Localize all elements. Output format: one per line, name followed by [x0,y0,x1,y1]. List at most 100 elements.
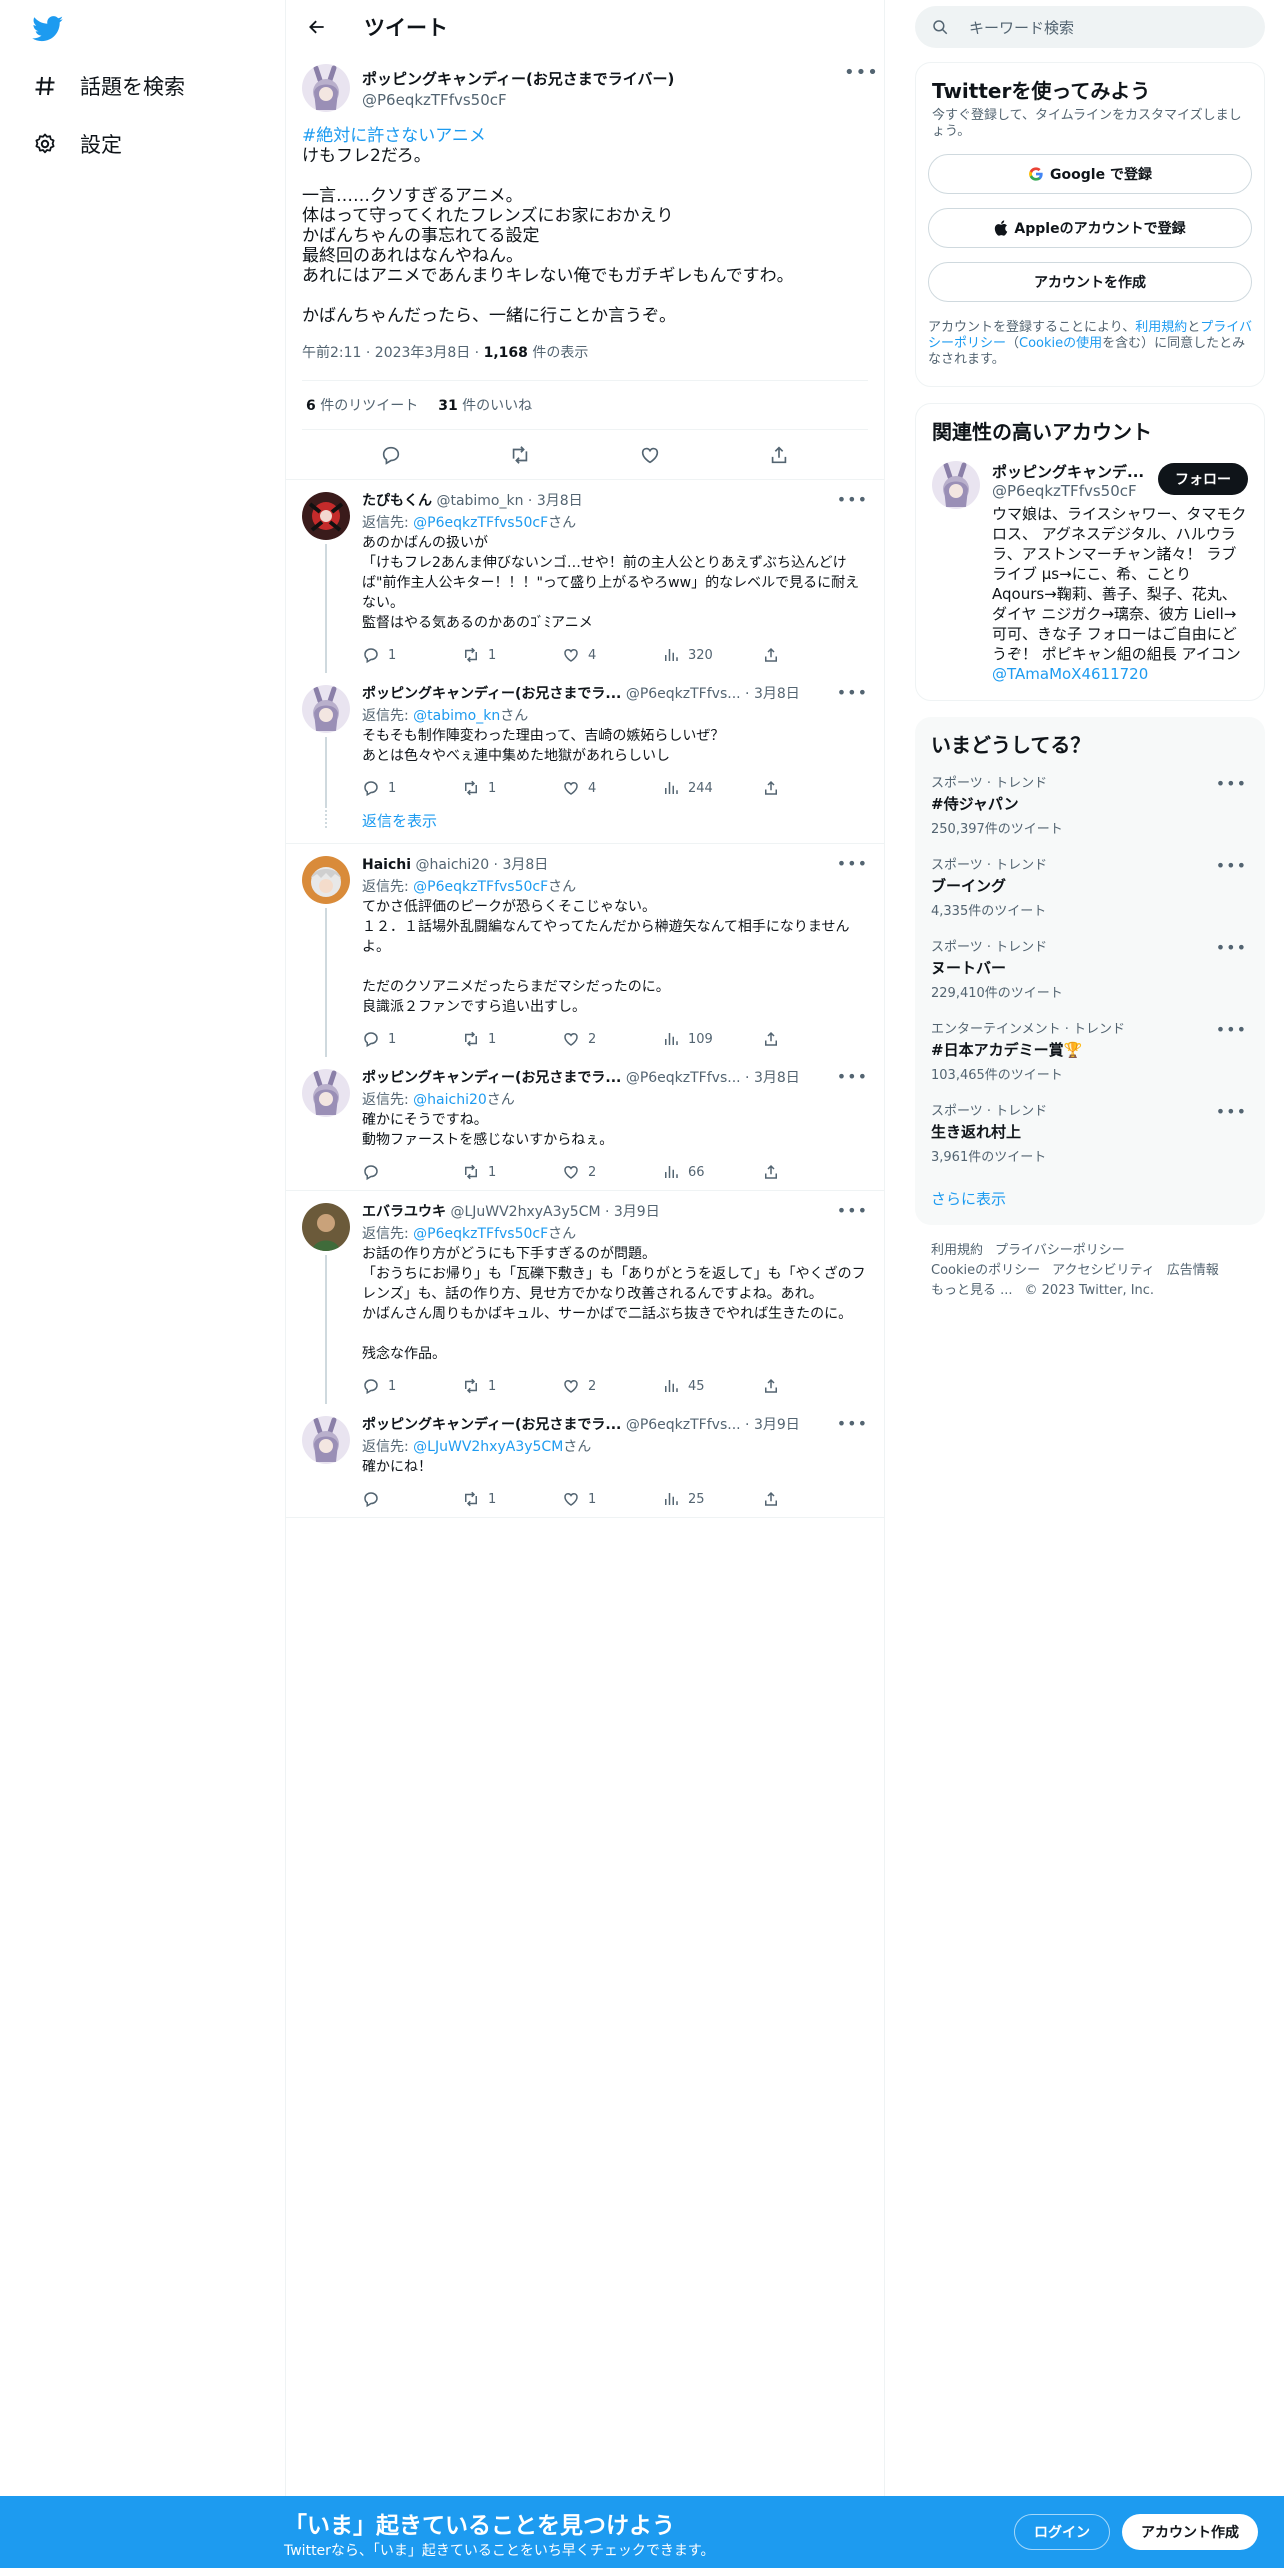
more-icon[interactable]: ••• [837,854,868,873]
more-icon[interactable]: ••• [1216,938,1247,957]
footer-cookie-link[interactable]: Cookieのポリシー [931,1263,1040,1278]
reply-button[interactable]: 1 [362,646,462,664]
hashtag-link[interactable]: #絶対に許さないアニメ [302,126,486,146]
retweet-icon[interactable] [508,443,532,467]
mention-link[interactable]: @TAmaMoX4611720 [992,665,1148,683]
share-button[interactable] [762,779,862,797]
cookie-link[interactable]: Cookieの使用 [1019,336,1102,351]
views-button[interactable]: 45 [662,1377,762,1395]
nav-explore[interactable]: 話題を検索 [30,66,185,106]
views-button[interactable]: 320 [662,646,762,664]
avatar[interactable] [302,64,350,112]
views-button[interactable]: 66 [662,1163,762,1181]
account-item[interactable]: ポッピングキャンデ... @P6eqkzTFfvs50cF ウマ娘は、ライスシャ… [916,449,1264,700]
reply-button[interactable] [362,1163,462,1181]
share-icon[interactable] [767,443,791,467]
trend-item[interactable]: スポーツ · トレンド 生き返れ村上 3,961件のツイート ••• [915,1090,1265,1172]
reply-tweet[interactable]: ••• たぴもくん @tabimo_kn · 3月8日 返信先: @P6eqkz… [286,480,884,673]
reply-tweet[interactable]: ••• ポッピングキャンディー(お兄さまでラ... @P6eqkzTFfvs..… [286,673,884,806]
reply-author-name[interactable]: ポッピングキャンディー(お兄さまでラ... [362,1417,621,1433]
footer-terms-link[interactable]: 利用規約 [931,1243,983,1258]
reply-author-name[interactable]: ポッピングキャンディー(お兄さまでラ... [362,1070,621,1086]
more-icon[interactable]: ••• [837,490,868,509]
show-replies-link[interactable]: 返信を表示 [286,806,884,844]
search-input[interactable]: キーワード検索 [915,6,1265,48]
mention-link[interactable]: @P6eqkzTFfvs50cF [413,515,548,531]
show-more-link[interactable]: さらに表示 [915,1172,1265,1225]
more-icon[interactable]: ••• [837,1201,868,1220]
account-name[interactable]: ポッピングキャンデ... [992,461,1152,482]
retweet-button[interactable]: 1 [462,1377,562,1395]
avatar[interactable] [302,1416,350,1464]
more-icon[interactable]: ••• [1216,774,1247,793]
terms-link[interactable]: 利用規約 [1135,320,1187,335]
share-button[interactable] [762,1030,862,1048]
views-button[interactable]: 109 [662,1030,762,1048]
footer-ads-link[interactable]: 広告情報 [1167,1263,1219,1278]
reply-button[interactable]: 1 [362,779,462,797]
avatar[interactable] [302,856,350,904]
like-button[interactable]: 2 [562,1030,662,1048]
avatar[interactable] [932,461,980,509]
reply-tweet[interactable]: ••• Haichi @haichi20 · 3月8日 返信先: @P6eqkz… [286,844,884,1057]
retweet-button[interactable]: 1 [462,779,562,797]
trend-item[interactable]: スポーツ · トレンド ブーイング 4,335件のツイート ••• [915,844,1265,926]
retweet-button[interactable]: 1 [462,1490,562,1508]
like-button[interactable]: 4 [562,646,662,664]
follow-button[interactable]: フォロー [1158,463,1248,495]
footer-more-link[interactable]: もっと見る ... [931,1283,1013,1298]
reply-tweet[interactable]: ••• ポッピングキャンディー(お兄さまでラ... @P6eqkzTFfvs..… [286,1404,884,1518]
avatar[interactable] [302,1203,350,1251]
google-signup-button[interactable]: Google で登録 [928,154,1252,194]
trend-item[interactable]: エンターテインメント · トレンド #日本アカデミー賞🏆 103,465件のツイート… [915,1008,1265,1090]
views-button[interactable]: 244 [662,779,762,797]
reply-icon[interactable] [379,443,403,467]
mention-link[interactable]: @tabimo_kn [413,708,500,724]
mention-link[interactable]: @P6eqkzTFfvs50cF [413,1226,548,1242]
mention-link[interactable]: @haichi20 [413,1092,487,1108]
reply-author-name[interactable]: たぴもくん [362,493,432,509]
like-button[interactable]: 2 [562,1377,662,1395]
reply-author-name[interactable]: エバラユウキ [362,1204,446,1220]
more-icon[interactable]: ••• [837,683,868,702]
avatar[interactable] [302,492,350,540]
twitter-logo-icon[interactable] [32,16,66,42]
more-icon[interactable]: ••• [837,1067,868,1086]
author-handle[interactable]: @P6eqkzTFfvs50cF [362,91,674,109]
like-button[interactable]: 2 [562,1163,662,1181]
author-name[interactable]: ポッピングキャンディー(お兄さまでライバー) [362,68,674,89]
apple-signup-button[interactable]: Appleのアカウントで登録 [928,208,1252,248]
more-icon[interactable]: ••• [837,1414,868,1433]
more-icon[interactable]: ••• [844,64,878,86]
reply-button[interactable] [362,1490,462,1508]
avatar[interactable] [302,1069,350,1117]
trend-item[interactable]: スポーツ · トレンド #侍ジャパン 250,397件のツイート ••• [915,762,1265,844]
like-icon[interactable] [638,443,662,467]
reply-button[interactable]: 1 [362,1377,462,1395]
retweet-button[interactable]: 1 [462,646,562,664]
retweet-button[interactable]: 1 [462,1030,562,1048]
reply-author-name[interactable]: Haichi [362,857,411,873]
reply-button[interactable]: 1 [362,1030,462,1048]
like-button[interactable]: 4 [562,779,662,797]
like-button[interactable]: 1 [562,1490,662,1508]
mention-link[interactable]: @P6eqkzTFfvs50cF [413,879,548,895]
share-button[interactable] [762,1490,862,1508]
retweet-button[interactable]: 1 [462,1163,562,1181]
nav-settings[interactable]: 設定 [30,124,122,164]
signup-button[interactable]: アカウント作成 [1122,2514,1258,2550]
reply-tweet[interactable]: ••• エバラユウキ @LJuWV2hxyA3y5CM · 3月9日 返信先: … [286,1191,884,1404]
more-icon[interactable]: ••• [1216,1020,1247,1039]
reply-tweet[interactable]: ••• ポッピングキャンディー(お兄さまでラ... @P6eqkzTFfvs..… [286,1057,884,1191]
share-button[interactable] [762,1163,862,1181]
share-button[interactable] [762,1377,862,1395]
more-icon[interactable]: ••• [1216,1102,1247,1121]
trend-item[interactable]: スポーツ · トレンド ヌートバー 229,410件のツイート ••• [915,926,1265,1008]
login-button[interactable]: ログイン [1014,2514,1110,2550]
avatar[interactable] [302,685,350,733]
retweet-stat[interactable]: 6 件のリツイート [306,395,418,415]
more-icon[interactable]: ••• [1216,856,1247,875]
tweet-time[interactable]: 午前2:11 · 2023年3月8日 · [302,345,484,361]
back-arrow-icon[interactable] [302,12,332,42]
footer-accessibility-link[interactable]: アクセシビリティ [1052,1263,1155,1278]
